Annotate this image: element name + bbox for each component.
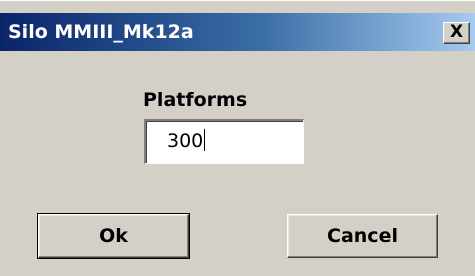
window-title: Silo MMIII_Mk12a [8,21,194,43]
platforms-label: Platforms [143,89,248,111]
cancel-button[interactable]: Cancel [287,214,438,258]
ok-button[interactable]: Ok [37,213,190,259]
close-button[interactable]: X [443,22,470,44]
platforms-input-value: 300 [167,130,204,152]
title-bar[interactable]: Silo MMIII_Mk12a X [0,13,475,51]
text-caret [204,129,206,151]
dialog-window: Silo MMIII_Mk12a X Platforms 300 Ok Canc… [0,0,475,276]
close-icon: X [449,22,464,42]
platforms-input[interactable]: 300 [144,119,304,164]
